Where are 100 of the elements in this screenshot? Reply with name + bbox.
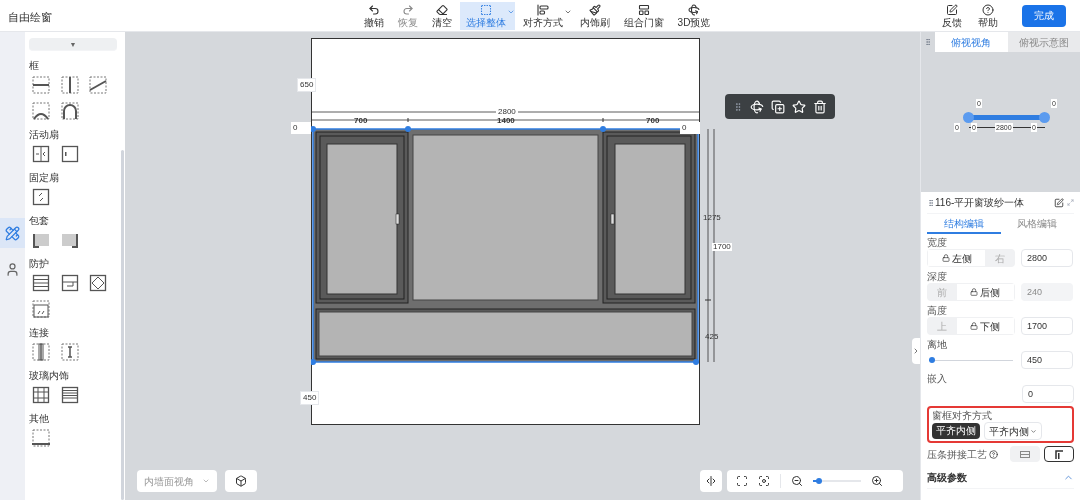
horizontal-lines-icon[interactable] [31, 273, 51, 293]
section-title: 活动扇 [29, 128, 60, 141]
focus-icon[interactable] [758, 475, 770, 487]
trash-icon[interactable] [813, 99, 828, 114]
connector-icon[interactable] [59, 342, 80, 362]
split-button[interactable] [700, 470, 722, 492]
dimension-label: 0 [680, 122, 700, 134]
panel-title: 116-平开窗玻纱一体 [935, 196, 1026, 210]
field-label: 深度 [927, 270, 947, 283]
diagonal-bar-icon[interactable] [88, 75, 109, 95]
joint-option[interactable] [1044, 446, 1074, 462]
star-icon[interactable] [792, 99, 807, 114]
zoom-slider-thumb[interactable] [815, 478, 822, 484]
dimension-label: 450 [300, 391, 320, 405]
toolbar-button[interactable]: 对齐方式 [516, 1, 572, 30]
segment-option[interactable]: 下侧 [956, 318, 1014, 334]
section-title: 其他 [29, 412, 50, 425]
dimension-label: 0 [291, 122, 311, 134]
horizontal-bar-icon[interactable] [31, 75, 51, 95]
toolbar-button[interactable]: 选择整体 [459, 1, 515, 30]
brush-icon [588, 3, 601, 16]
dimension-label: 700 [646, 117, 660, 125]
guarded-pane-icon[interactable] [31, 299, 51, 319]
endpoint-handle[interactable] [963, 112, 974, 123]
edit-icon[interactable] [1054, 197, 1064, 208]
align-icon [536, 3, 549, 16]
input-field[interactable]: 450 [1021, 351, 1073, 369]
redo-icon [401, 3, 414, 16]
align-select[interactable]: 平齐内侧 [984, 422, 1042, 440]
field-label: 离地 [927, 338, 947, 351]
grid-icon[interactable] [31, 385, 51, 405]
grip-icon[interactable] [924, 38, 932, 46]
section-title: 连接 [29, 326, 50, 339]
editor-tab[interactable]: 结构编辑 [927, 214, 1001, 234]
arc-icon[interactable] [31, 101, 51, 121]
vertical-bar-icon[interactable] [59, 75, 80, 95]
panel-icon[interactable] [59, 273, 80, 293]
section-title: 固定扇 [29, 171, 60, 184]
caret-icon [202, 477, 210, 485]
scrollbar-thumb[interactable] [121, 150, 124, 500]
user-icon [5, 261, 20, 277]
connector-icon[interactable] [31, 342, 51, 362]
toolbar-button[interactable]: 内饰刷 [573, 1, 616, 30]
select-icon [479, 3, 492, 16]
toolbar-button[interactable]: 撤销 [357, 1, 390, 30]
dimension-label: 1700 [712, 243, 732, 251]
field-label: 高度 [927, 304, 947, 317]
field-label: 窗框对齐方式 [932, 409, 992, 422]
scan-icon[interactable] [736, 475, 748, 487]
section-title: 框 [29, 59, 40, 72]
flat-joint-icon [1020, 450, 1030, 458]
dimension-label: 650 [297, 78, 317, 92]
window-icon [637, 3, 650, 16]
view-tab[interactable]: 俯视视角 [935, 32, 1008, 52]
collapse-handle[interactable] [912, 338, 920, 364]
cube-icon [235, 475, 247, 487]
section-title: 玻璃内饰 [29, 369, 70, 382]
cube-button[interactable] [225, 470, 257, 492]
input-field[interactable]: 2800 [1021, 249, 1073, 267]
done-button[interactable]: 完成 [1022, 4, 1066, 27]
fixed-pane-icon[interactable] [31, 187, 51, 207]
app-title: 自由绘窗 [8, 10, 52, 23]
field-label: 嵌入 [927, 372, 947, 385]
dimension-label: 425 [705, 333, 719, 341]
toolbar-button[interactable]: 3D预览 [671, 1, 717, 30]
endpoint-handle[interactable] [1039, 112, 1050, 123]
zoom-in-icon[interactable] [871, 475, 883, 487]
undo-icon [367, 3, 380, 16]
toolbar-button[interactable]: 清空 [425, 1, 458, 30]
sliding-sash-icon[interactable] [31, 144, 51, 164]
grip-icon[interactable] [927, 198, 935, 207]
slider-thumb[interactable] [928, 356, 935, 363]
dimension-label: 700 [354, 117, 368, 125]
input-field[interactable]: 0 [1022, 385, 1074, 403]
split-icon [705, 475, 717, 487]
rotate-icon[interactable] [749, 99, 764, 114]
field-label: 压条拼接工艺 [927, 447, 987, 461]
zoom-out-icon[interactable] [791, 475, 803, 487]
header-action[interactable]: 反馈 [938, 3, 966, 28]
section-title: 包套 [29, 214, 50, 227]
help-icon [982, 3, 994, 16]
arch-icon[interactable] [59, 101, 80, 121]
help-icon[interactable] [989, 449, 998, 459]
blind-icon[interactable] [59, 385, 80, 405]
field-label: 宽度 [927, 236, 947, 249]
value-badge: 平齐内侧 [932, 423, 980, 439]
section-title: 防护 [29, 257, 50, 270]
copy-icon[interactable] [770, 99, 785, 114]
header-action[interactable]: 帮助 [974, 3, 1002, 28]
editor-tab[interactable]: 风格编辑 [1000, 214, 1074, 234]
section-heading: 高级参数 [927, 471, 967, 485]
rotate-icon [688, 3, 700, 16]
dimension-label: 1275 [703, 214, 721, 222]
input-field[interactable]: 1700 [1021, 317, 1073, 335]
segment-option[interactable]: 左侧 [928, 250, 986, 266]
edit-icon [946, 3, 958, 16]
casement-sash-icon[interactable] [59, 144, 80, 164]
lock-icon [970, 322, 979, 330]
toolbar-button[interactable]: 组合门窗 [617, 1, 670, 30]
sill-icon[interactable] [31, 428, 51, 448]
